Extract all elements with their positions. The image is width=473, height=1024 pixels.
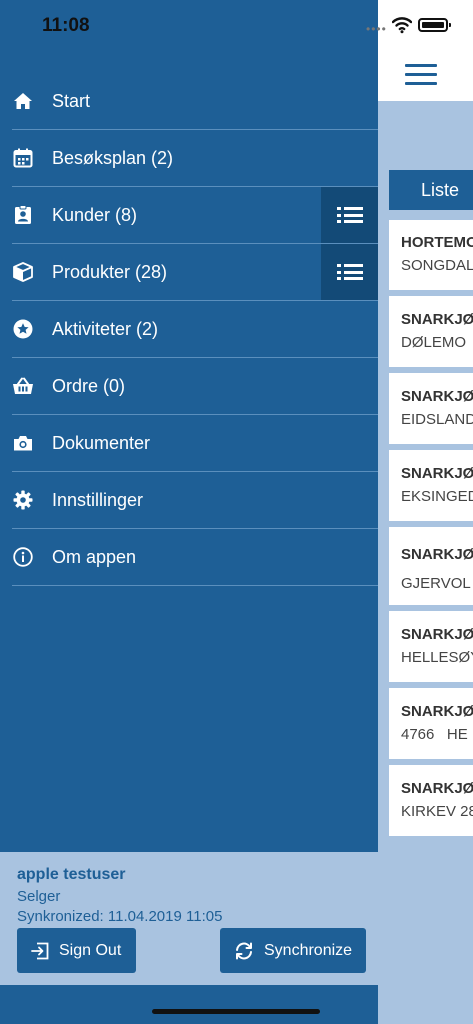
list-item[interactable]: SNARKJØ 4766 HE <box>389 688 473 759</box>
menu-item-innstillinger[interactable]: Innstillinger <box>12 472 378 529</box>
signal-dots-icon: •••• <box>366 22 387 36</box>
drawer-bottom-bar <box>0 985 378 1024</box>
synchronize-button[interactable]: Synchronize <box>220 928 366 973</box>
menu-item-label: Kunder (8) <box>52 204 138 225</box>
home-indicator[interactable] <box>152 1009 320 1014</box>
navigation-drawer: Start Besøksplan (2) Kunder (8) Produkte… <box>0 0 378 1024</box>
list-item-name: SNARKJØ <box>401 546 473 563</box>
basket-icon <box>12 375 34 397</box>
list-item[interactable]: SNARKJØ GJERVOL <box>389 527 473 605</box>
menu-item-besoksplan[interactable]: Besøksplan (2) <box>12 130 378 187</box>
gear-icon <box>12 489 34 511</box>
list-item[interactable]: SNARKJØ HELLESØY <box>389 611 473 682</box>
menu-item-produkter[interactable]: Produkter (28) <box>12 244 378 301</box>
status-time: 11:08 <box>42 15 90 36</box>
menu-item-dokumenter[interactable]: Dokumenter <box>12 415 378 472</box>
home-icon <box>12 90 34 112</box>
user-name: apple testuser <box>17 866 126 883</box>
list-item[interactable]: SNARKJØ EKSINGED <box>389 450 473 521</box>
menu-item-kunder[interactable]: Kunder (8) <box>12 187 378 244</box>
list-icon <box>336 264 363 280</box>
drawer-menu: Start Besøksplan (2) Kunder (8) Produkte… <box>12 73 378 586</box>
menu-item-label: Start <box>52 90 91 111</box>
produkter-list-button[interactable] <box>321 244 378 300</box>
list-icon <box>336 207 363 223</box>
list-item-address: DØLEMO <box>401 334 467 351</box>
star-icon <box>12 318 34 340</box>
menu-item-label: Produkter (28) <box>52 261 168 282</box>
list-item-name: SNARKJØ <box>401 703 473 720</box>
sign-out-label: Sign Out <box>59 941 122 959</box>
sign-out-icon <box>31 942 49 960</box>
list-item[interactable]: SNARKJØ EIDSLAND <box>389 373 473 444</box>
list-item-name: SNARKJØ <box>401 780 473 797</box>
sync-icon <box>234 942 254 960</box>
list-item-name: SNARKJØ <box>401 626 473 643</box>
kunder-list-button[interactable] <box>321 187 378 243</box>
list-item[interactable]: HORTEMO SONGDAL <box>389 220 473 290</box>
list-item-name: SNARKJØ <box>401 465 473 482</box>
list-item-address: GJERVOL <box>401 575 471 592</box>
customer-list: HORTEMO SONGDAL SNARKJØ DØLEMO SNARKJØ E… <box>389 220 473 842</box>
calendar-icon <box>12 147 34 169</box>
list-item-name: HORTEMO <box>401 234 473 251</box>
menu-item-aktiviteter[interactable]: Aktiviteter (2) <box>12 301 378 358</box>
user-role: Selger <box>17 888 61 905</box>
list-item-address: EKSINGED <box>401 488 473 505</box>
drawer-footer: apple testuser Selger Synkronized: 11.04… <box>0 852 378 985</box>
menu-item-om-appen[interactable]: Om appen <box>12 529 378 586</box>
synchronize-label: Synchronize <box>264 941 353 959</box>
sign-out-button[interactable]: Sign Out <box>17 928 136 973</box>
list-item-address: EIDSLAND <box>401 411 473 428</box>
menu-item-label: Ordre (0) <box>52 375 126 396</box>
hamburger-menu-icon[interactable] <box>405 64 437 86</box>
menu-item-label: Om appen <box>52 546 137 567</box>
info-icon <box>12 546 34 568</box>
list-item-address: 4766 HE <box>401 726 468 743</box>
camera-icon <box>12 432 34 454</box>
last-sync-text: Synkronized: 11.04.2019 11:05 <box>17 908 223 925</box>
menu-item-label: Dokumenter <box>52 432 151 453</box>
list-item[interactable]: SNARKJØ DØLEMO <box>389 296 473 367</box>
list-item[interactable]: SNARKJØ KIRKEV 28 <box>389 765 473 836</box>
menu-item-label: Aktiviteter (2) <box>52 318 159 339</box>
box-icon <box>12 261 34 283</box>
battery-icon <box>418 18 451 32</box>
wifi-icon <box>391 16 413 34</box>
list-item-name: SNARKJØ <box>401 311 473 328</box>
badge-icon <box>12 204 34 226</box>
menu-item-ordre[interactable]: Ordre (0) <box>12 358 378 415</box>
menu-item-label: Innstillinger <box>52 489 144 510</box>
menu-item-label: Besøksplan (2) <box>52 147 174 168</box>
menu-item-start[interactable]: Start <box>12 73 378 130</box>
list-item-address: HELLESØY <box>401 649 473 666</box>
list-item-address: SONGDAL <box>401 257 473 274</box>
list-item-address: KIRKEV 28 <box>401 803 473 820</box>
tab-liste[interactable]: Liste <box>389 170 473 210</box>
list-item-name: SNARKJØ <box>401 388 473 405</box>
